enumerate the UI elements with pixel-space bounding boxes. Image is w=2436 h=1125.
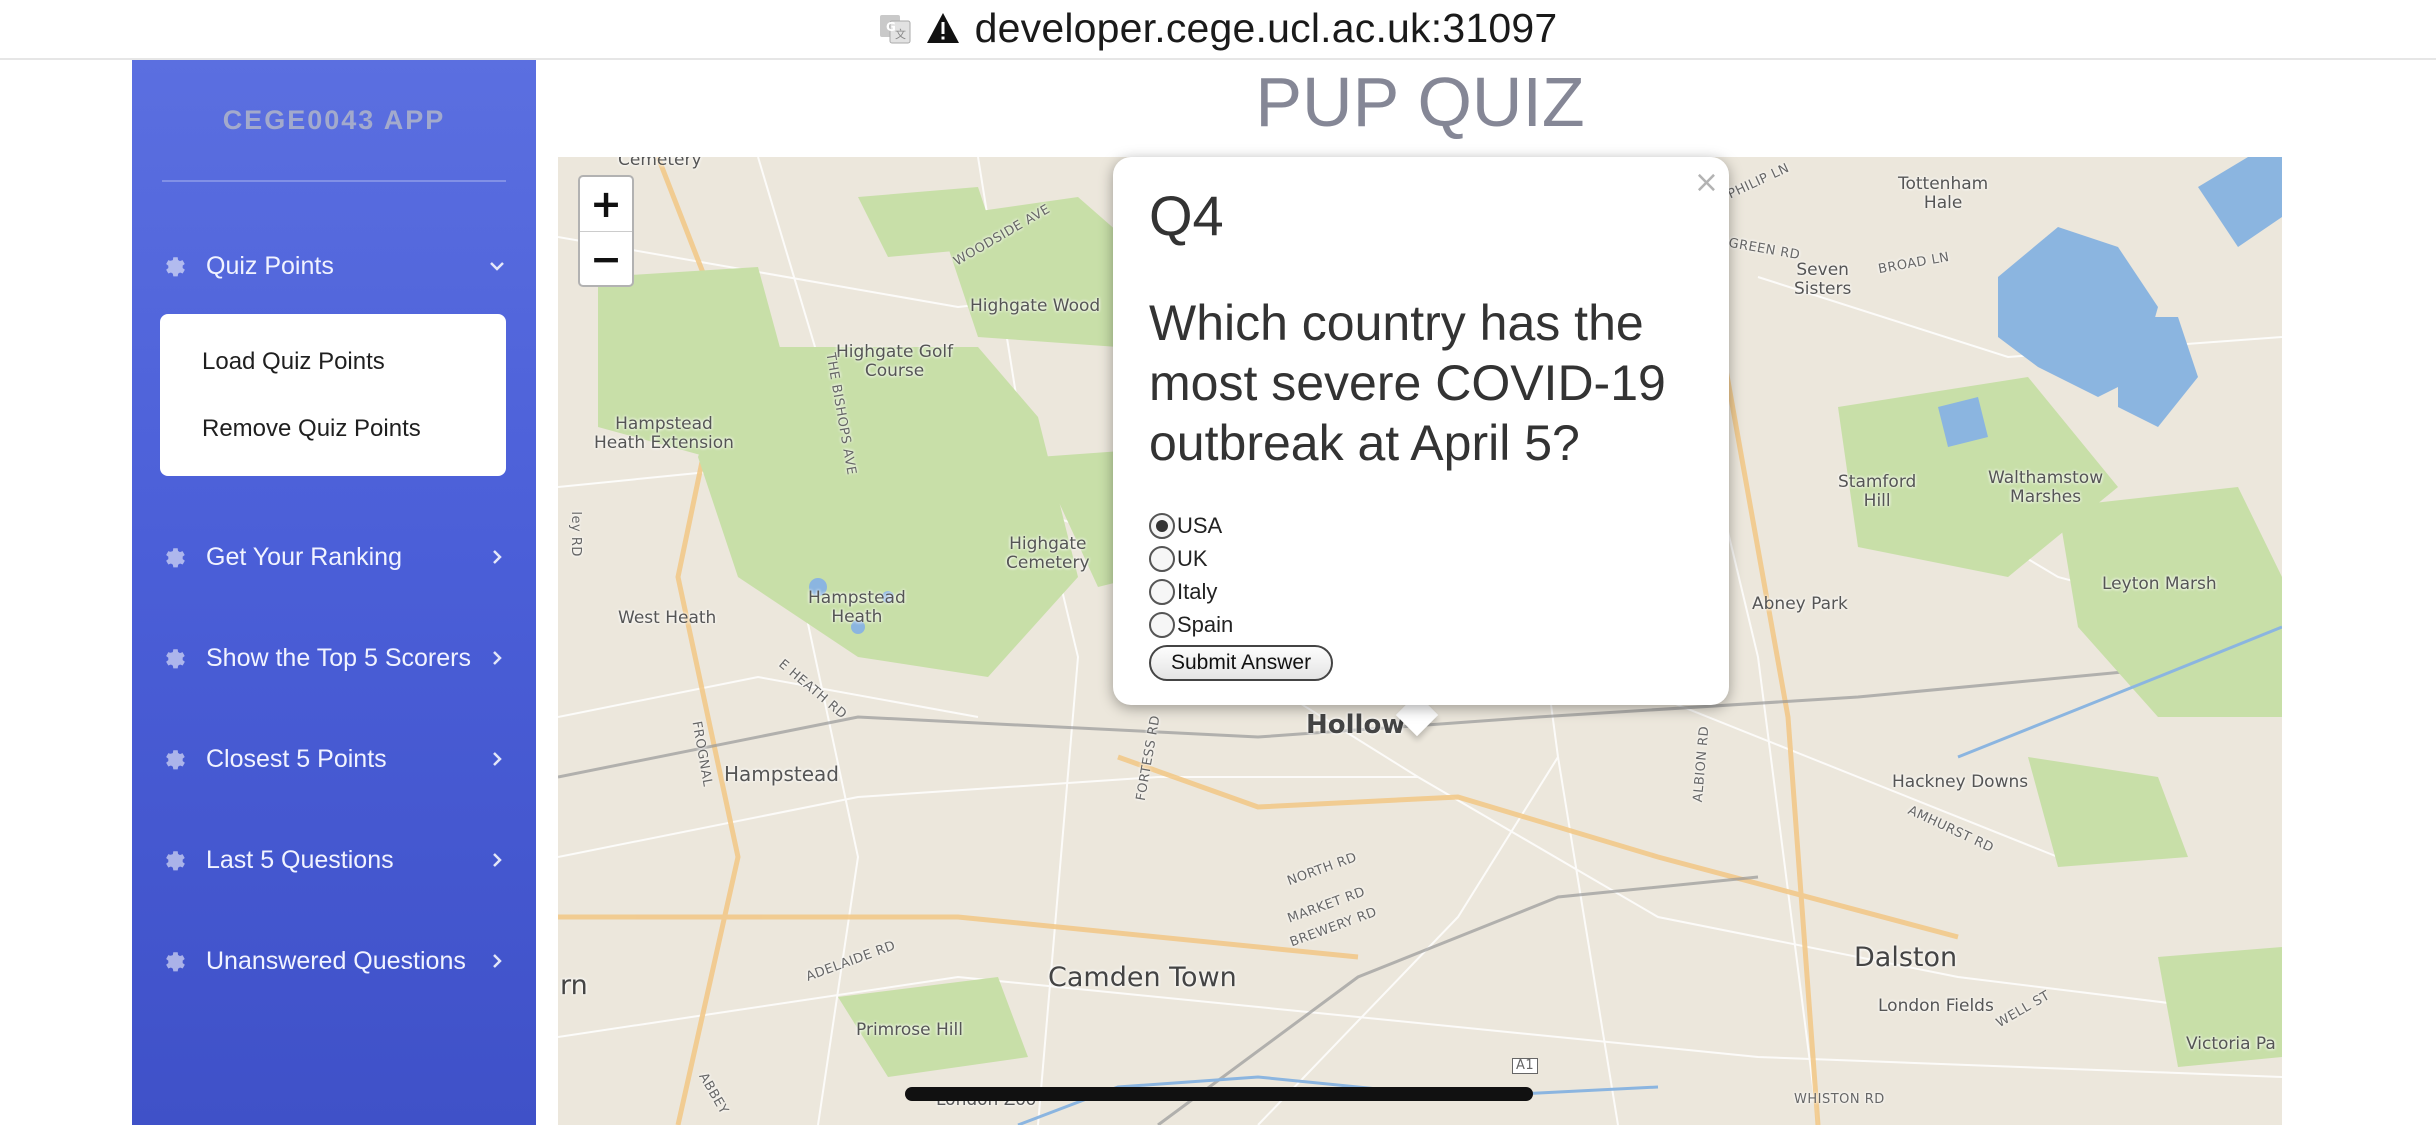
chevron-right-icon	[493, 752, 502, 766]
sidebar-item-unanswered-questions[interactable]: Unanswered Questions	[162, 931, 506, 991]
sidebar-item-get-your-ranking[interactable]: Get Your Ranking	[162, 527, 506, 587]
sidebar-item-quiz-points[interactable]: Quiz Points	[162, 236, 506, 296]
map-label: Abney Park	[1752, 594, 1848, 614]
map-label: ley RD	[567, 511, 583, 557]
answer-option[interactable]: USA	[1149, 513, 1222, 539]
map-label: London Fields	[1878, 996, 1994, 1016]
warning-icon	[925, 11, 961, 45]
quiz-points-submenu: Load Quiz Points Remove Quiz Points	[160, 314, 506, 476]
gear-icon	[166, 952, 185, 972]
sidebar-item-label: Unanswered Questions	[206, 946, 466, 975]
map-label: Hackney Downs	[1892, 772, 2029, 792]
map-label: WHISTON RD	[1794, 1092, 1885, 1107]
map-label: Dalston	[1854, 942, 1958, 973]
gear-icon	[166, 750, 185, 770]
map-label: Hampstead Heath Extension	[594, 414, 734, 453]
map-label: Walthamstow Marshes	[1988, 468, 2104, 507]
map-label: Victoria Pa	[2186, 1034, 2276, 1054]
answer-option-label: Italy	[1177, 579, 1218, 604]
url-text[interactable]: developer.cege.ucl.ac.uk:31097	[975, 5, 1558, 52]
map-label: rn	[560, 970, 588, 1001]
question-text: Which country has the most severe COVID-…	[1149, 295, 1666, 471]
submenu-remove-quiz-points[interactable]: Remove Quiz Points	[202, 415, 421, 443]
chevron-right-icon	[493, 954, 502, 968]
gear-icon	[166, 851, 185, 871]
map-label: A1	[1512, 1058, 1539, 1075]
map-label: Cemetery	[618, 157, 702, 170]
radio-button[interactable]	[1149, 546, 1175, 572]
question-number: Q4	[1149, 184, 1224, 247]
answer-option[interactable]: UK	[1149, 546, 1208, 572]
browser-url-bar[interactable]: G文 developer.cege.ucl.ac.uk:31097	[0, 0, 2436, 60]
chevron-right-icon	[493, 651, 502, 665]
answer-option-label: USA	[1177, 513, 1223, 538]
zoom-control: + −	[578, 175, 634, 287]
answer-option-label: Spain	[1177, 612, 1234, 637]
map-label: Tottenham Hale	[1898, 174, 1989, 213]
map-label: Highgate Cemetery	[1006, 534, 1090, 573]
map-label: Highgate Wood	[970, 296, 1101, 316]
sidebar-item-label: Quiz Points	[206, 251, 334, 280]
sidebar-item-label: Get Your Ranking	[206, 542, 402, 571]
map-label: Stamford Hill	[1838, 472, 1917, 511]
radio-button[interactable]	[1149, 579, 1175, 605]
radio-button[interactable]	[1149, 513, 1175, 539]
svg-text:文: 文	[895, 27, 906, 41]
chevron-down-icon	[490, 262, 504, 271]
chevron-right-icon	[493, 550, 502, 564]
map-label: Hampstead	[724, 762, 839, 786]
zoom-out-button[interactable]: −	[580, 231, 632, 285]
close-icon[interactable]: ×	[1694, 165, 1719, 200]
map-label: Camden Town	[1048, 962, 1237, 993]
app-brand[interactable]: CEGE0043 APP	[132, 105, 536, 136]
gear-icon	[166, 649, 185, 669]
radio-button[interactable]	[1149, 612, 1175, 638]
sidebar-item-closest-5-points[interactable]: Closest 5 Points	[162, 729, 506, 789]
map-label: Leyton Marsh	[2102, 574, 2217, 594]
map-label: Seven Sisters	[1794, 260, 1852, 299]
map-label: Highgate Golf Course	[836, 342, 954, 381]
map-label: Hollow	[1306, 710, 1406, 740]
map-label: West Heath	[618, 608, 717, 628]
chevron-right-icon	[493, 853, 502, 867]
sidebar-item-label: Last 5 Questions	[206, 845, 394, 874]
sidebar-divider	[162, 180, 506, 182]
zoom-in-button[interactable]: +	[580, 177, 632, 231]
submit-answer-button[interactable]: Submit Answer	[1149, 645, 1334, 681]
page-title: PUP QUIZ	[1255, 63, 1585, 141]
sidebar-item-top-5-scorers[interactable]: Show the Top 5 Scorers	[162, 628, 506, 688]
submenu-load-quiz-points[interactable]: Load Quiz Points	[202, 348, 385, 376]
gear-icon	[166, 548, 185, 568]
sidebar: CEGE0043 APP Quiz Points Load Quiz Point…	[132, 60, 536, 1125]
sidebar-item-last-5-questions[interactable]: Last 5 Questions	[162, 830, 506, 890]
home-indicator[interactable]	[905, 1087, 1533, 1101]
sidebar-item-label: Show the Top 5 Scorers	[206, 643, 471, 672]
answer-option[interactable]: Italy	[1149, 579, 1217, 605]
answer-option[interactable]: Spain	[1149, 612, 1233, 638]
gear-icon	[166, 257, 185, 277]
map-label: Hampstead Heath	[808, 588, 906, 627]
answer-option-label: UK	[1177, 546, 1208, 571]
quiz-popup: × Q4 Which country has the most severe C…	[1113, 157, 1729, 705]
translate-icon[interactable]: G文	[879, 12, 911, 44]
sidebar-item-label: Closest 5 Points	[206, 744, 387, 773]
map-label: Primrose Hill	[856, 1020, 963, 1040]
